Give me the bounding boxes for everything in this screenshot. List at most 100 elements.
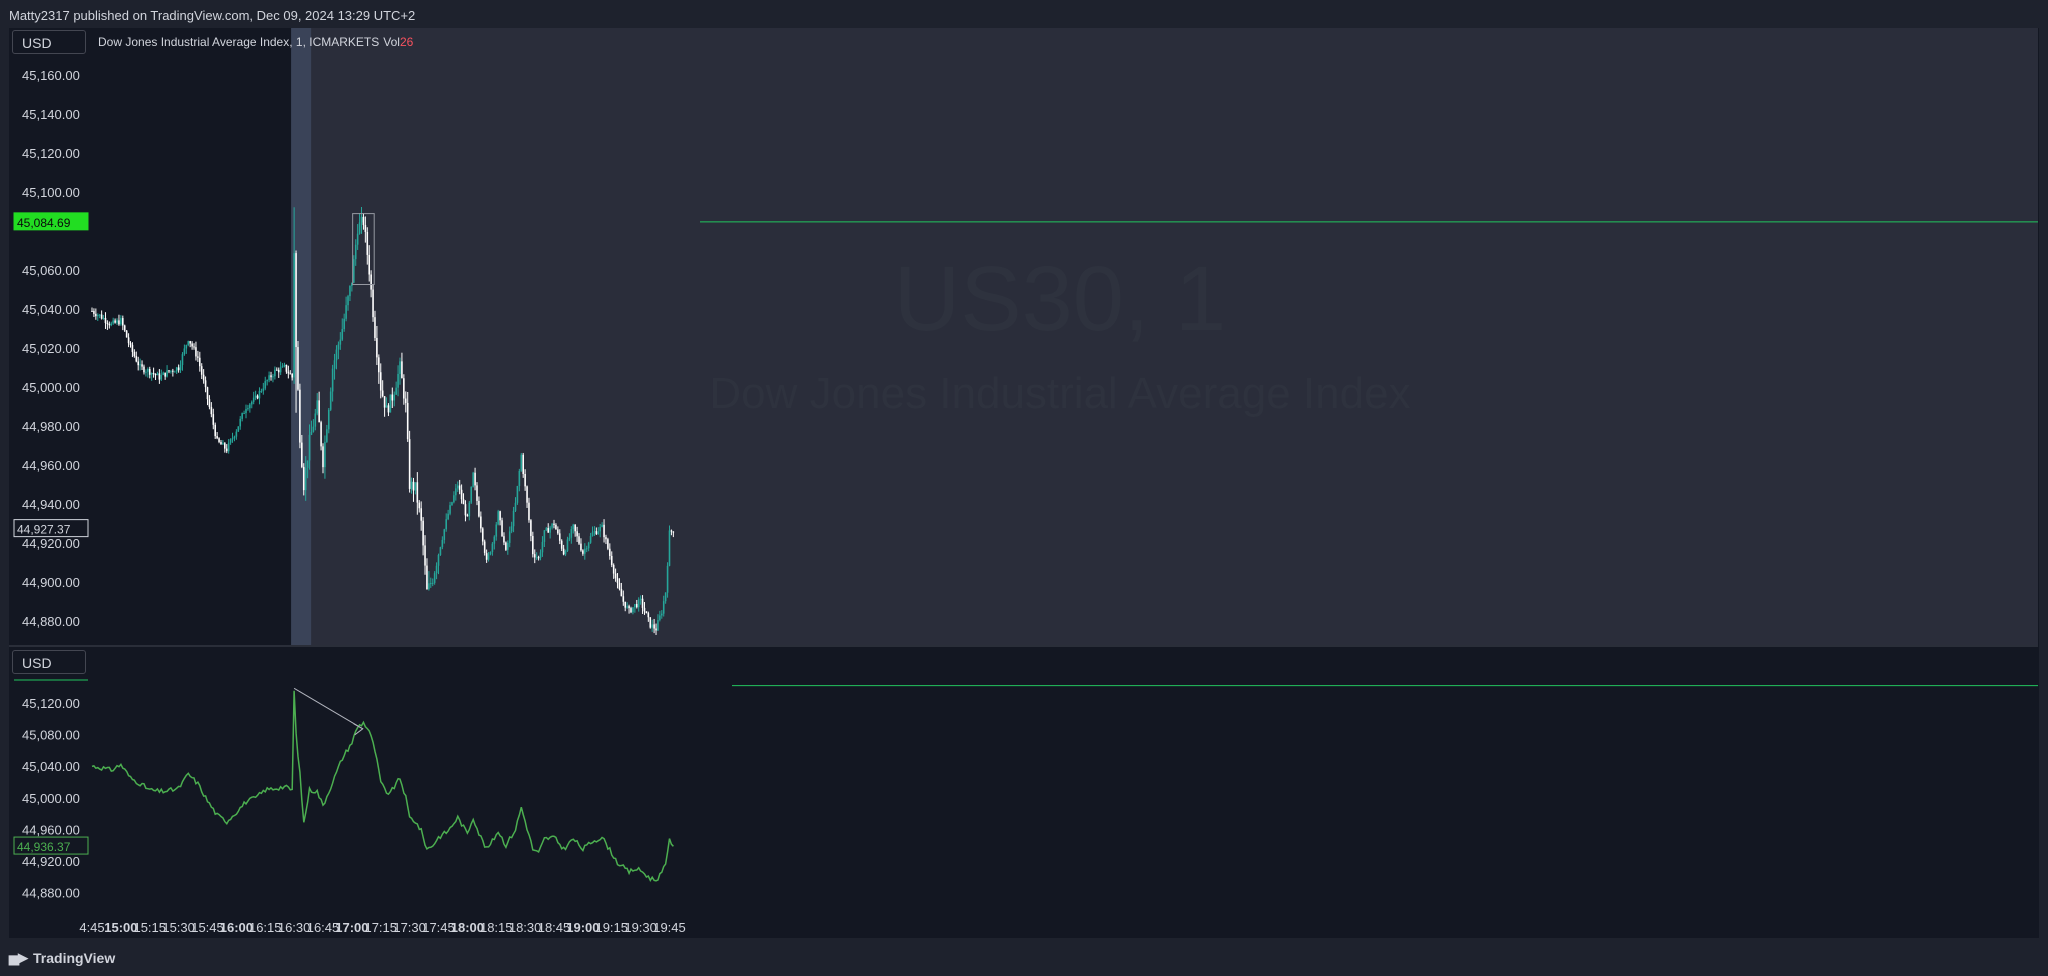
candle[interactable] [162,371,165,376]
candle[interactable] [98,314,101,319]
currency-button-bottom[interactable]: USD [12,650,86,674]
candle[interactable] [175,366,178,375]
candle[interactable] [289,370,292,375]
candle[interactable] [212,408,215,430]
candle[interactable] [216,432,218,440]
candle[interactable] [279,361,282,376]
candle[interactable] [297,341,299,391]
candle[interactable] [183,344,186,356]
candle[interactable] [229,438,232,445]
candle[interactable] [520,452,523,472]
candle[interactable] [607,537,609,551]
candle[interactable] [110,321,113,327]
candle[interactable] [252,391,255,405]
candle[interactable] [472,471,474,488]
candle[interactable] [100,310,103,320]
candle[interactable] [505,541,507,552]
candle[interactable] [299,383,301,449]
candle[interactable] [135,351,138,363]
candle[interactable] [160,369,163,382]
trend-arrow-line[interactable] [293,687,364,730]
candle[interactable] [276,367,278,371]
candle[interactable] [177,364,180,373]
candle[interactable] [133,349,136,358]
candle[interactable] [220,440,222,445]
candle[interactable] [199,351,201,372]
candle[interactable] [266,379,268,386]
candle[interactable] [408,430,411,493]
candle[interactable] [247,404,249,411]
candle[interactable] [214,422,216,439]
candle[interactable] [195,341,197,361]
candle[interactable] [254,390,257,401]
candle[interactable] [179,360,182,373]
candle[interactable] [497,509,499,526]
candle[interactable] [268,371,270,383]
candle[interactable] [118,314,120,326]
candle[interactable] [112,317,114,325]
candle[interactable] [96,313,99,321]
candle[interactable] [200,363,203,380]
candle[interactable] [206,386,209,406]
candle[interactable] [172,368,174,377]
candle[interactable] [168,369,170,374]
candle[interactable] [210,402,213,418]
candle[interactable] [106,320,109,330]
candle[interactable] [104,312,107,329]
candle[interactable] [256,394,259,400]
candle[interactable] [231,432,234,443]
candle[interactable] [249,403,251,413]
candle[interactable] [237,426,240,432]
candle[interactable] [122,315,124,331]
candle[interactable] [166,365,168,378]
candle[interactable] [158,369,161,384]
candle[interactable] [129,341,132,348]
candle[interactable] [285,364,288,374]
last-line-badge[interactable]: 44,936.37 [13,836,89,855]
last-price-badge[interactable]: 44,927.37 [13,519,89,538]
candle[interactable] [501,517,503,537]
candle[interactable] [148,366,151,379]
candle[interactable] [185,344,188,354]
tradingview-logo[interactable]: ▅▶ TradingView [9,950,115,966]
candle[interactable] [127,333,130,348]
candle[interactable] [353,255,355,284]
candle[interactable] [114,318,116,324]
candle[interactable] [218,437,220,444]
candle[interactable] [372,284,374,322]
candle[interactable] [208,395,211,410]
candle[interactable] [93,308,95,317]
candle[interactable] [173,370,176,373]
candle[interactable] [649,617,652,629]
candle[interactable] [274,366,276,380]
candle[interactable] [147,367,149,378]
candle[interactable] [262,382,265,395]
candle[interactable] [191,341,193,350]
candle[interactable] [154,373,157,380]
candle[interactable] [141,360,143,370]
candle[interactable] [258,387,261,405]
candle[interactable] [516,485,519,505]
candle[interactable] [233,435,236,442]
candle[interactable] [131,342,134,358]
candle[interactable] [264,376,267,391]
price-line[interactable] [91,690,674,883]
candle[interactable] [145,369,147,377]
candle[interactable] [187,340,190,347]
candle[interactable] [150,372,153,381]
chart-canvas[interactable]: US30, 1 Dow Jones Industrial Average Ind… [0,0,2048,976]
candle[interactable] [204,376,207,393]
candle[interactable] [666,562,669,598]
candle[interactable] [137,356,139,371]
candle[interactable] [281,363,284,368]
candle[interactable] [272,373,274,383]
candle[interactable] [224,442,226,453]
currency-button-top[interactable]: USD [12,30,86,54]
candle[interactable] [287,365,290,379]
candle[interactable] [241,412,243,422]
candle[interactable] [202,369,205,384]
candle[interactable] [645,611,648,614]
candle[interactable] [116,318,118,325]
candle[interactable] [283,362,286,368]
candle[interactable] [439,546,442,556]
